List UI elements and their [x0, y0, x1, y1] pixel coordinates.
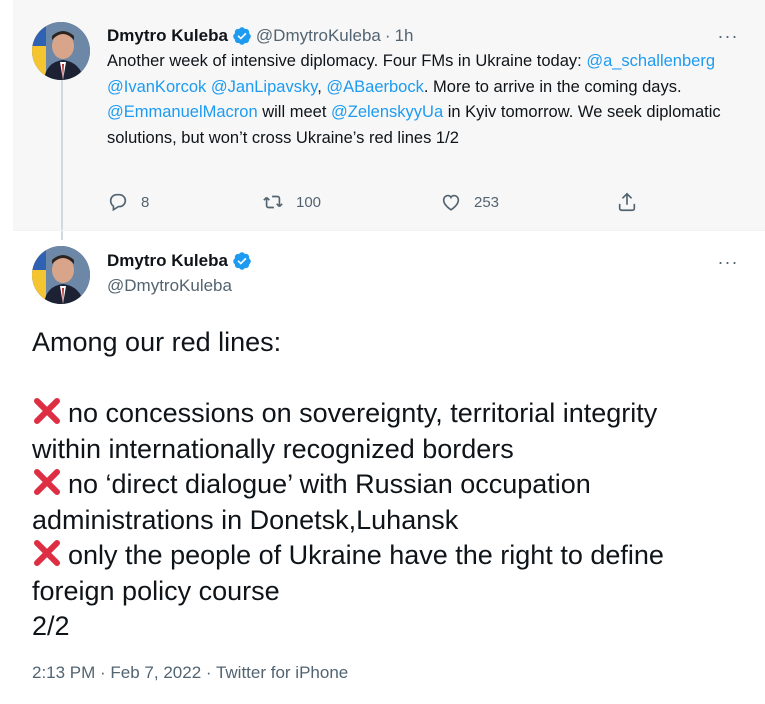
avatar-image [32, 246, 90, 304]
text-segment: , [317, 77, 327, 96]
text-segment: only the people of Ukraine have the righ… [68, 540, 664, 570]
retweet-count: 100 [296, 193, 322, 211]
mention-link[interactable]: @ABaerbock [326, 78, 423, 96]
more-icon[interactable]: ··· [716, 27, 740, 50]
text-line: no ‘direct dialogue’ with Russian occupa… [32, 467, 752, 503]
like-button[interactable]: 253 [440, 191, 499, 213]
text-line: Among our red lines: [32, 327, 282, 357]
tweet-divider [13, 230, 765, 231]
avatar[interactable] [32, 246, 90, 304]
text-line: only the people of Ukraine have the righ… [32, 538, 752, 574]
text-line: foreign policy course [32, 575, 280, 606]
separator-dot: · [384, 26, 391, 45]
retweet-button[interactable]: 100 [262, 191, 321, 213]
more-icon[interactable]: ··· [716, 253, 740, 276]
like-count: 253 [474, 193, 500, 211]
mention-link[interactable]: @EmmanuelMacron [107, 103, 258, 121]
verified-badge-icon [233, 252, 251, 270]
focused-tweet-header: Dmytro Kuleba [107, 251, 256, 271]
share-button[interactable] [616, 191, 650, 213]
text-segment: Another week of intensive diplomacy. Fou… [107, 52, 587, 70]
reply-button[interactable]: 8 [107, 191, 149, 213]
tweet-timestamp[interactable]: 2:13 PM · Feb 7, 2022 · Twitter for iPho… [32, 663, 348, 683]
author-handle[interactable]: @DmytroKuleba [107, 276, 232, 296]
text-segment: will meet [257, 103, 331, 121]
mention-link[interactable]: @ZelenskyyUa [331, 103, 443, 121]
text-segment: no concessions on sovereignty, territori… [68, 398, 658, 428]
retweet-icon [263, 195, 283, 209]
thread-connector-line [61, 80, 63, 240]
text-line: administrations in Donetsk,Luhansk [32, 504, 459, 535]
text-line: no concessions on sovereignty, territori… [32, 396, 752, 432]
text-line: within internationally recognized border… [32, 433, 514, 464]
text-segment: . More to arrive in the coming days. [423, 77, 682, 96]
cross-mark-icon [34, 469, 60, 495]
text-segment: no ‘direct dialogue’ with Russian occupa… [68, 469, 591, 499]
cross-mark-icon [34, 398, 60, 424]
parent-tweet-text: Another week of intensive diplomacy. Fou… [107, 49, 747, 151]
verified-badge-icon [233, 27, 251, 45]
tweet-actions: 8 100 253 [107, 191, 667, 217]
focused-tweet-text: Among our red lines: no concessions on s… [32, 325, 752, 645]
reply-count: 8 [141, 193, 150, 211]
text-line: 2/2 [32, 611, 70, 641]
reply-icon [109, 193, 127, 212]
share-icon [618, 192, 636, 212]
mention-link[interactable]: @IvanKorcok [107, 78, 206, 96]
tweet-time[interactable]: 1h [395, 26, 414, 46]
parent-tweet-header: Dmytro Kuleba @DmytroKuleba · 1h [107, 26, 413, 46]
author-name[interactable]: Dmytro Kuleba [107, 251, 228, 271]
mention-link[interactable]: @a_schallenberg [586, 52, 715, 70]
avatar[interactable] [32, 22, 90, 80]
like-icon [442, 194, 460, 211]
cross-mark-icon [34, 540, 60, 566]
mention-link[interactable]: @JanLipavsky [211, 78, 317, 96]
avatar-image [32, 22, 90, 80]
author-name[interactable]: Dmytro Kuleba [107, 26, 228, 46]
author-handle[interactable]: @DmytroKuleba [256, 26, 381, 46]
